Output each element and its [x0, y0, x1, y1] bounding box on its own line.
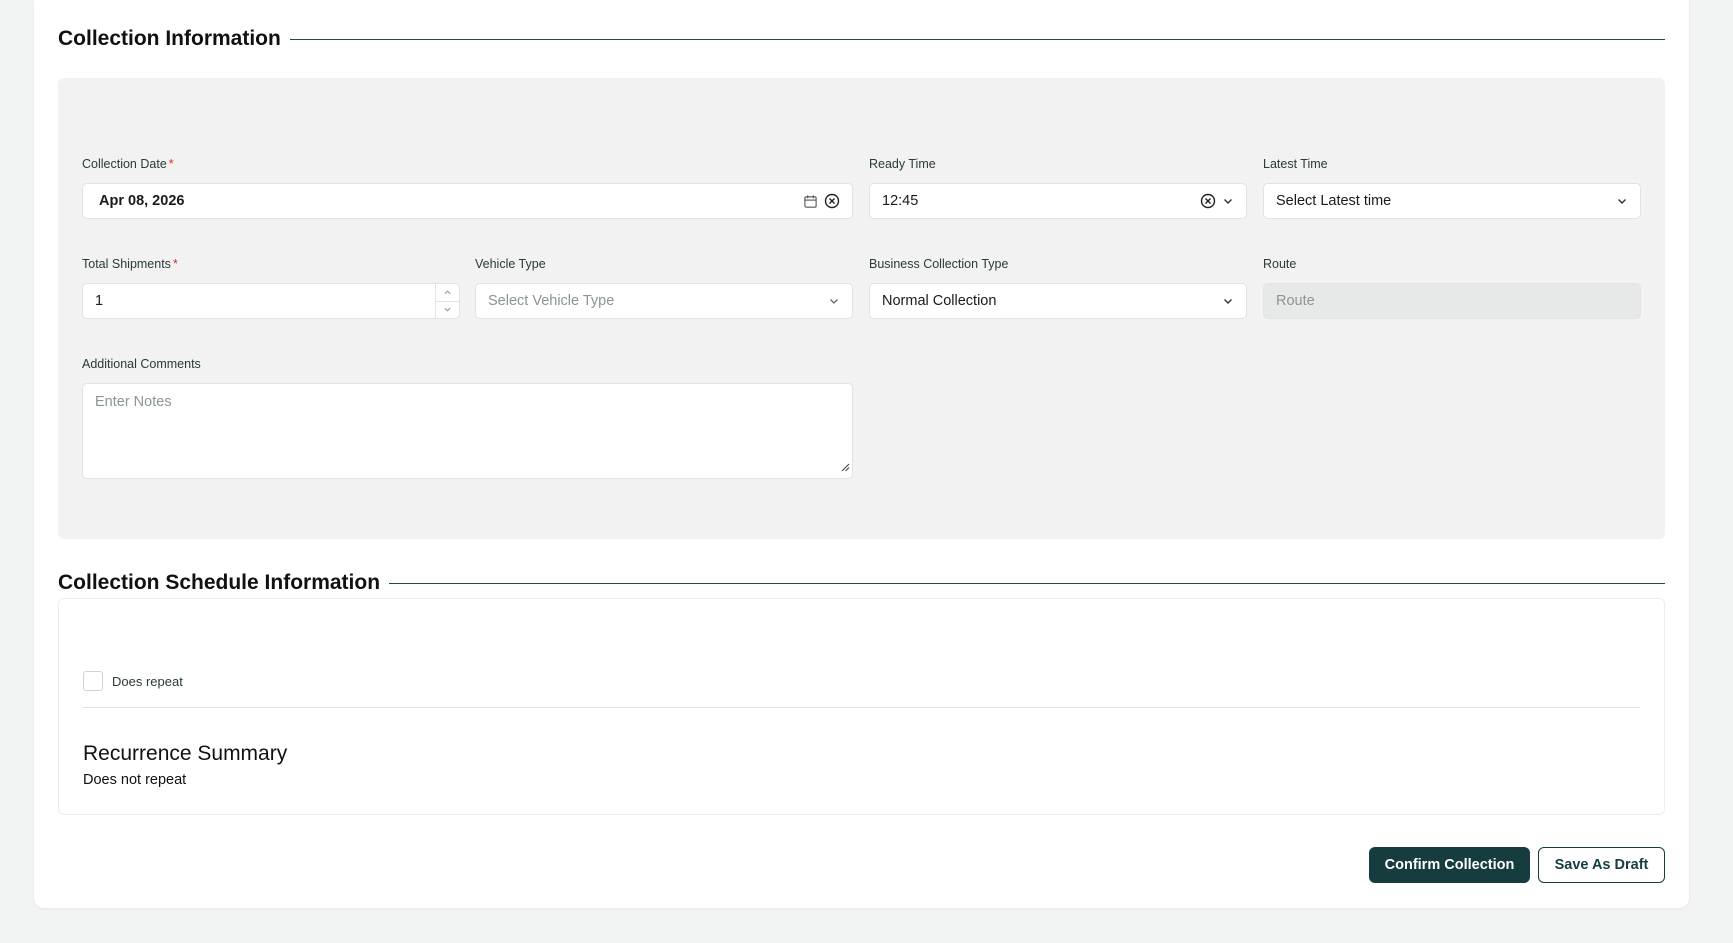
collection-date-input[interactable]: Apr 08, 2026	[82, 183, 853, 219]
additional-comments-label: Additional Comments	[82, 357, 201, 371]
additional-comments-textarea[interactable]: Enter Notes	[82, 383, 853, 479]
business-collection-type-select[interactable]: Normal Collection	[869, 283, 1247, 319]
required-marker: *	[172, 257, 178, 271]
does-repeat-label: Does repeat	[112, 673, 183, 689]
collection-info-panel: Collection Date * Ready Time Latest Time …	[58, 78, 1665, 539]
section-rule	[289, 38, 1665, 40]
vehicle-type-select[interactable]: Select Vehicle Type	[475, 283, 853, 319]
collection-form-card: Collection Information Collection Date * …	[34, 0, 1689, 908]
chevron-down-icon[interactable]	[828, 295, 840, 307]
chevron-down-icon[interactable]	[1222, 195, 1234, 207]
clear-icon[interactable]	[824, 193, 840, 209]
save-as-draft-button[interactable]: Save As Draft	[1538, 847, 1665, 883]
confirm-collection-button[interactable]: Confirm Collection	[1369, 847, 1530, 883]
total-shipments-label: Total Shipments *	[82, 257, 178, 271]
resize-grip-icon[interactable]	[840, 460, 850, 476]
recurrence-summary-title: Recurrence Summary	[83, 742, 288, 765]
total-shipments-input[interactable]: 1	[82, 283, 460, 319]
section-title: Collection Information	[58, 27, 281, 50]
business-collection-type-label: Business Collection Type	[869, 257, 1009, 271]
clear-icon[interactable]	[1200, 193, 1216, 209]
ready-time-value: 12:45	[882, 193, 919, 209]
stepper-up-icon[interactable]	[436, 284, 459, 302]
schedule-panel: Does repeat Recurrence Summary Does not …	[58, 598, 1665, 815]
stepper-down-icon[interactable]	[436, 302, 459, 319]
ready-time-select[interactable]: 12:45	[869, 183, 1247, 219]
route-label: Route	[1263, 257, 1297, 271]
chevron-down-icon[interactable]	[1222, 295, 1234, 307]
ready-time-label: Ready Time	[869, 157, 936, 171]
business-collection-type-value: Normal Collection	[882, 293, 997, 309]
total-shipments-value: 1	[95, 293, 104, 309]
vehicle-type-placeholder: Select Vehicle Type	[488, 293, 615, 309]
latest-time-placeholder: Select Latest time	[1276, 193, 1392, 209]
calendar-icon[interactable]	[803, 194, 818, 209]
route-input: Route	[1263, 283, 1641, 319]
quantity-stepper[interactable]	[435, 284, 459, 318]
collection-date-label: Collection Date *	[82, 157, 174, 171]
recurrence-summary-text: Does not repeat	[83, 772, 187, 788]
collection-info-header: Collection Information	[58, 27, 1665, 51]
route-placeholder: Route	[1276, 293, 1315, 309]
latest-time-label: Latest Time	[1263, 157, 1328, 171]
collection-date-value: Apr 08, 2026	[99, 193, 185, 209]
chevron-down-icon[interactable]	[1616, 195, 1628, 207]
divider	[83, 707, 1640, 708]
section-title: Collection Schedule Information	[58, 571, 381, 594]
does-repeat-row[interactable]: Does repeat	[83, 671, 183, 691]
vehicle-type-label: Vehicle Type	[475, 257, 546, 271]
notes-placeholder: Enter Notes	[95, 394, 172, 410]
section-rule	[389, 582, 1665, 584]
latest-time-select[interactable]: Select Latest time	[1263, 183, 1641, 219]
required-marker: *	[168, 157, 174, 171]
schedule-info-header: Collection Schedule Information	[58, 571, 1665, 595]
does-repeat-checkbox[interactable]	[83, 671, 103, 691]
